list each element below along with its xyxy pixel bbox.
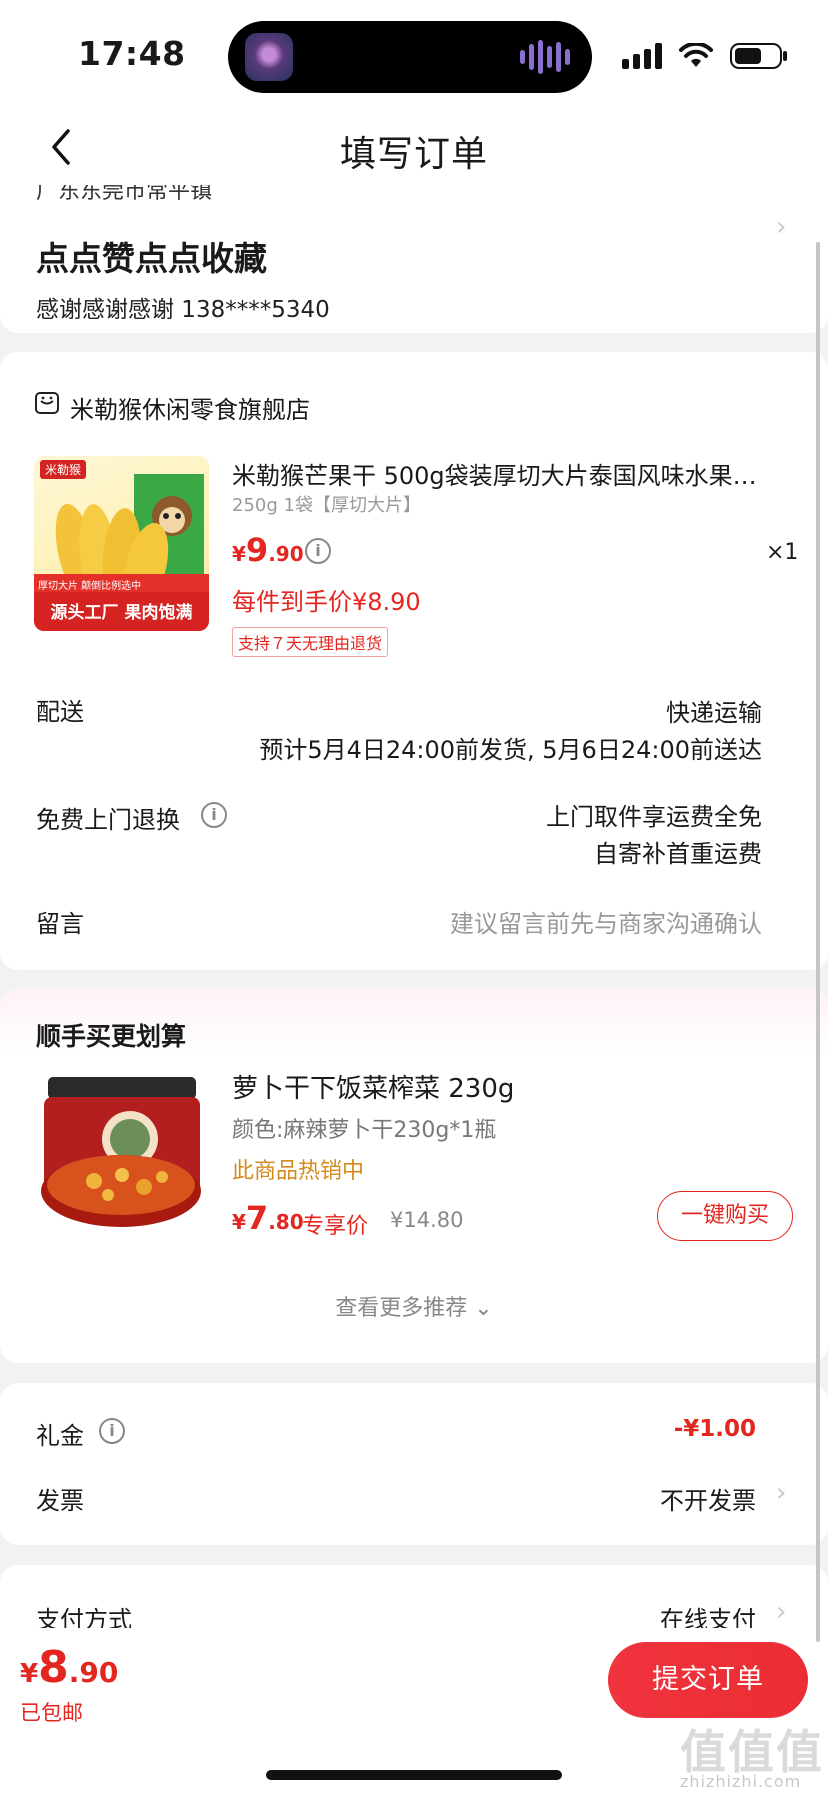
more-recommendations-link[interactable]: 查看更多推荐 ⌄ <box>0 1290 828 1322</box>
watermark-url: zhizhizhi.com <box>680 1772 802 1791</box>
invoice-label: 发票 <box>36 1487 84 1515</box>
wifi-icon <box>679 43 713 67</box>
status-time: 17:48 <box>78 34 186 73</box>
product-image[interactable]: 米勒猴 厚切大片 颠倒比例选中 源头工厂 果肉饱满 <box>34 456 209 631</box>
delivery-method: 快递运输 <box>666 699 762 727</box>
store-name[interactable]: 米勒猴休闲零食旗舰店 <box>70 390 310 425</box>
discount-invoice-card <box>0 1383 828 1545</box>
navigation-bar: 填写订单 <box>0 105 828 187</box>
gift-money-value: -¥1.00 <box>673 1416 756 1442</box>
product-image-banner: 源头工厂 果肉饱满 <box>50 603 193 623</box>
recommend-section-title: 顺手买更划算 <box>36 1022 187 1051</box>
status-bar: 17:48 <box>0 0 828 105</box>
home-indicator[interactable] <box>266 1770 562 1780</box>
return-policy-badge: 支持７天无理由退货 <box>232 627 389 657</box>
battery-icon <box>730 43 787 69</box>
store-order-card <box>0 352 828 970</box>
invoice-value[interactable]: 不开发票 <box>660 1481 756 1516</box>
cellular-signal-icon <box>622 43 662 69</box>
recommend-hot-label: 此商品热销中 <box>232 1159 365 1184</box>
message-label: 留言 <box>36 910 84 938</box>
delivery-eta: 预计5月4日24:00前发货, 5月6日24:00前送达 <box>259 736 762 764</box>
order-total: ¥8.90 <box>20 1642 119 1693</box>
page-title: 填写订单 <box>339 134 488 175</box>
payment-chevron-icon: › <box>776 1597 787 1627</box>
scrollbar[interactable] <box>816 242 820 1642</box>
product-title[interactable]: 米勒猴芒果干 500g袋装厚切大片泰国风味水果… <box>232 456 792 491</box>
free-return-label: 免费上门退换 <box>36 806 180 834</box>
product-image-tag: 厚切大片 颠倒比例选中 <box>38 581 142 592</box>
recommend-exclusive-label: 专享价 <box>302 1214 369 1239</box>
address-chevron-icon: › <box>776 212 787 242</box>
now-playing-app-icon <box>245 33 293 81</box>
recommend-product-title[interactable]: 萝卜干下饭菜榨菜 230g <box>232 1068 514 1105</box>
recommend-product-spec: 颜色:麻辣萝卜干230g*1瓶 <box>232 1118 497 1143</box>
store-icon <box>35 392 59 414</box>
recommend-price: ¥7.80 <box>232 1199 304 1237</box>
recipient-name: 点点赞点点收藏 <box>36 239 267 278</box>
audio-waveform-icon <box>520 39 570 75</box>
gift-money-label: 礼金 <box>36 1422 84 1450</box>
recommend-original-price: ¥14.80 <box>390 1208 464 1232</box>
product-spec: 250g 1袋【厚切大片】 <box>232 495 421 516</box>
submit-order-button[interactable]: 提交订单 <box>608 1642 808 1718</box>
final-unit-price: 每件到手价¥8.90 <box>232 588 421 616</box>
dynamic-island <box>228 21 592 93</box>
free-return-value-line1: 上门取件享运费全免 <box>546 803 762 831</box>
free-return-info-icon[interactable]: i <box>201 802 227 828</box>
recipient-contact: 感谢感谢感谢 138****5340 <box>36 297 330 323</box>
price-info-icon[interactable]: i <box>305 538 331 564</box>
free-shipping-label: 已包邮 <box>20 1701 83 1725</box>
one-click-buy-button[interactable]: 一键购买 <box>657 1191 793 1241</box>
message-input[interactable]: 建议留言前先与商家沟通确认 <box>450 904 762 939</box>
product-quantity: ×1 <box>766 540 799 565</box>
address-detail: 广东东莞市常平镇 <box>36 185 213 204</box>
delivery-label: 配送 <box>36 698 84 726</box>
product-image-brand: 米勒猴 <box>40 460 87 479</box>
free-return-value-line2: 自寄补首重运费 <box>594 840 762 868</box>
product-price: ¥9.90 <box>232 531 304 569</box>
recommend-product-image[interactable] <box>34 1073 209 1238</box>
gift-money-info-icon[interactable]: i <box>99 1418 125 1444</box>
invoice-chevron-icon: › <box>776 1478 787 1508</box>
